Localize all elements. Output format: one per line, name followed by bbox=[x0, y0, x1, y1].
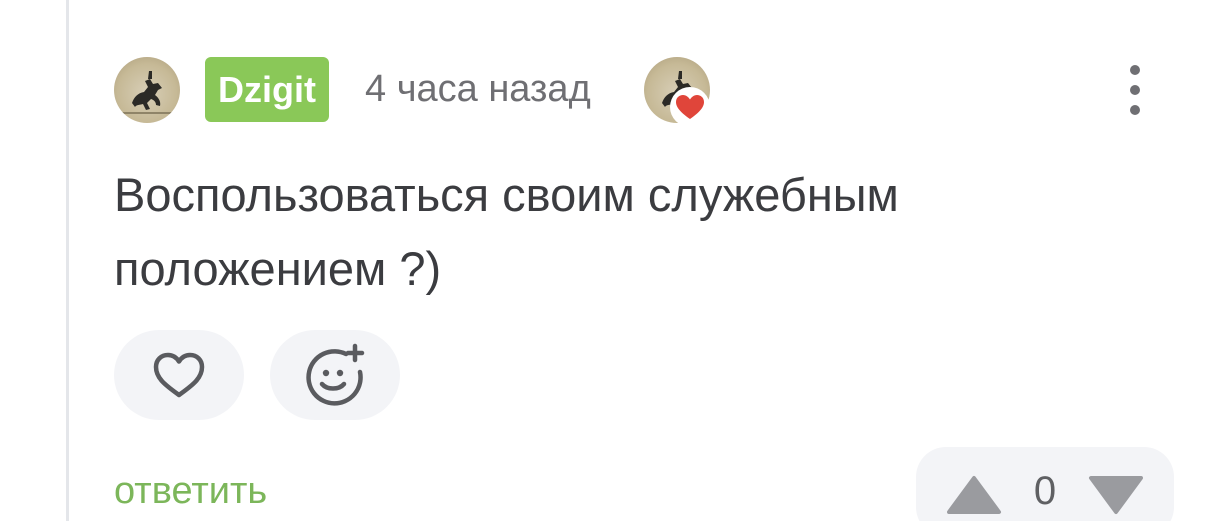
add-reaction-button[interactable] bbox=[270, 330, 400, 420]
emoji-add-icon bbox=[306, 343, 365, 406]
username-badge[interactable]: Dzigit bbox=[205, 57, 329, 122]
thread-line bbox=[66, 0, 69, 521]
comment-timestamp: 4 часа назад bbox=[365, 68, 591, 110]
heart-badge-icon bbox=[670, 87, 710, 127]
comment-block: Dzigit 4 часа назад Воспользоваться свои… bbox=[0, 0, 1224, 521]
horse-rider-icon bbox=[122, 71, 172, 114]
author-avatar[interactable] bbox=[114, 57, 180, 123]
like-button[interactable] bbox=[114, 330, 244, 420]
liked-by-author-avatar bbox=[644, 57, 710, 127]
reply-link[interactable]: ответить bbox=[114, 467, 267, 515]
heart-outline-icon bbox=[153, 352, 205, 398]
rating-control: 0 bbox=[916, 447, 1174, 521]
vote-down-button[interactable] bbox=[1088, 475, 1144, 515]
comment-text: Воспользоваться своим служебным положени… bbox=[114, 168, 899, 295]
rating-count: 0 bbox=[1033, 469, 1057, 513]
vote-up-button[interactable] bbox=[946, 475, 1002, 515]
more-vertical-icon[interactable] bbox=[1115, 60, 1155, 120]
